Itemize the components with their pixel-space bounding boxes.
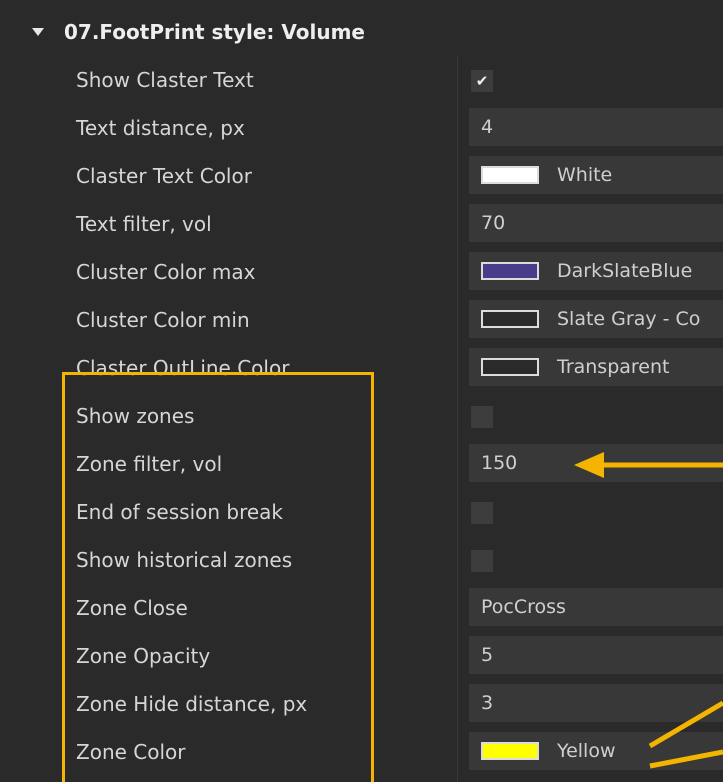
color-picker[interactable]: Slate Gray - Co xyxy=(469,300,723,338)
value-input[interactable]: 70 xyxy=(469,204,723,242)
section-title: 07.FootPrint style: Volume xyxy=(64,20,365,44)
setting-value: 4 xyxy=(481,116,494,138)
color-picker[interactable]: DarkSlateBlue xyxy=(469,252,723,290)
settings-panel: 07.FootPrint style: Volume Show Claster … xyxy=(0,0,723,782)
setting-checkbox[interactable] xyxy=(471,502,493,524)
setting-value: White xyxy=(557,164,613,186)
value-input[interactable]: 3 xyxy=(469,684,723,722)
setting-row-claster-text-color: Claster Text Color White xyxy=(0,152,723,200)
color-swatch xyxy=(481,310,539,328)
color-swatch xyxy=(481,742,539,760)
setting-value: 70 xyxy=(481,212,506,234)
setting-value: Yellow xyxy=(557,740,616,762)
setting-row-cluster-color-min: Cluster Color min Slate Gray - Co xyxy=(0,296,723,344)
setting-row-text-distance-px: Text distance, px 4 xyxy=(0,104,723,152)
setting-label: Claster Text Color xyxy=(76,164,252,188)
color-picker[interactable]: White xyxy=(469,156,723,194)
color-swatch xyxy=(481,358,539,376)
setting-checkbox[interactable] xyxy=(471,550,493,572)
setting-value: Transparent xyxy=(557,356,670,378)
setting-value: PocCross xyxy=(481,596,566,618)
setting-value: DarkSlateBlue xyxy=(557,260,693,282)
setting-checkbox[interactable] xyxy=(471,406,493,428)
color-swatch xyxy=(481,166,539,184)
color-swatch xyxy=(481,262,539,280)
setting-row-show-claster-text: Show Claster Text ✔ xyxy=(0,56,723,104)
value-input[interactable]: 4 xyxy=(469,108,723,146)
setting-value: Slate Gray - Co xyxy=(557,308,701,330)
caret-down-icon[interactable] xyxy=(32,28,44,36)
setting-value: 5 xyxy=(481,644,494,666)
color-picker[interactable]: Transparent xyxy=(469,348,723,386)
value-input[interactable]: 150 xyxy=(469,444,723,482)
value-input[interactable]: PocCross xyxy=(469,588,723,626)
setting-checkbox[interactable]: ✔ xyxy=(471,70,493,92)
setting-label: Text filter, vol xyxy=(76,212,212,236)
setting-row-cluster-color-max: Cluster Color max DarkSlateBlue xyxy=(0,248,723,296)
setting-value: 150 xyxy=(481,452,518,474)
setting-value: 3 xyxy=(481,692,494,714)
setting-label: Cluster Color max xyxy=(76,260,256,284)
value-input[interactable]: 5 xyxy=(469,636,723,674)
setting-label: Text distance, px xyxy=(76,116,245,140)
zones-highlight-frame xyxy=(62,372,374,782)
setting-label: Show Claster Text xyxy=(76,68,254,92)
setting-label: Cluster Color min xyxy=(76,308,250,332)
setting-row-text-filter-vol: Text filter, vol 70 xyxy=(0,200,723,248)
color-picker[interactable]: Yellow xyxy=(469,732,723,770)
